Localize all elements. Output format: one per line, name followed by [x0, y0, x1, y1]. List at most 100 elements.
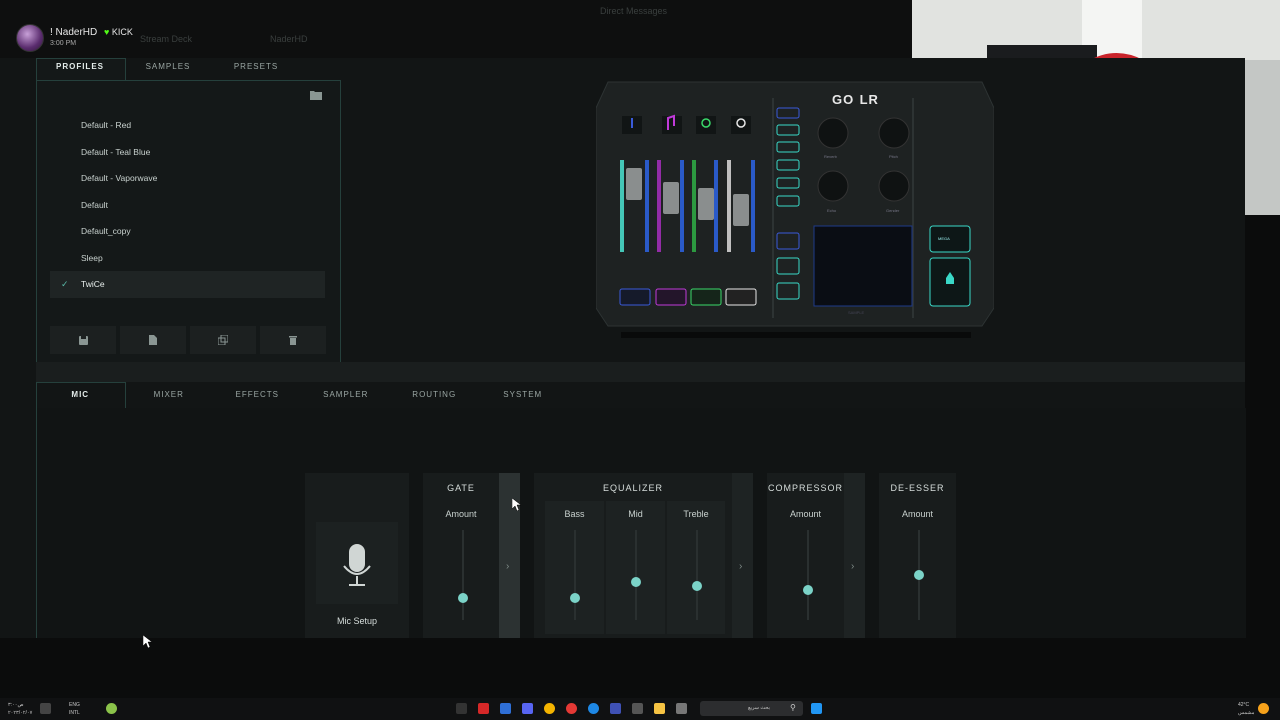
slider-knob[interactable] [692, 580, 702, 591]
copy-profile-button[interactable] [190, 326, 256, 354]
chrome-icon[interactable] [544, 703, 555, 714]
microphone-icon [343, 544, 371, 586]
search-input[interactable]: بحث سريع ⚲ [700, 701, 803, 716]
eq-bass-slider[interactable] [570, 530, 580, 620]
logo-lr: LR [859, 92, 879, 107]
knob-label: Reverb [824, 154, 837, 159]
compressor-expand-handle[interactable] [844, 473, 865, 638]
save-icon [78, 335, 88, 345]
mouse-cursor-icon [512, 498, 521, 511]
new-profile-button[interactable] [120, 326, 186, 354]
slider-knob[interactable] [458, 592, 468, 603]
deesser-title: DE-ESSER [890, 483, 945, 493]
volume-icon[interactable] [40, 703, 51, 714]
app-icon[interactable] [676, 703, 687, 714]
profile-actions [50, 326, 326, 354]
knob-label: Echo [827, 208, 837, 213]
app-icon[interactable] [610, 703, 621, 714]
ghost-right: NaderHD [270, 34, 308, 44]
discord-icon[interactable] [522, 703, 533, 714]
list-item[interactable]: Default - Red [50, 112, 325, 139]
ghost-left: Stream Deck [140, 34, 193, 44]
app-icon[interactable] [478, 703, 489, 714]
list-item[interactable]: Default - Teal Blue [50, 139, 325, 166]
eq-treble-label: Treble [683, 509, 709, 519]
tab-routing[interactable]: ROUTING [390, 382, 479, 408]
chevron-right-icon[interactable]: › [739, 561, 742, 572]
tab-samples[interactable]: SAMPLES [124, 58, 212, 80]
compressor-column [767, 473, 844, 638]
taskbar-lang-top[interactable]: ENG [69, 702, 80, 708]
deesser-amount-label: Amount [901, 509, 934, 519]
search-placeholder: بحث سريع [748, 705, 770, 711]
list-item[interactable]: Default - Vaporwave [50, 165, 325, 192]
folder-icon[interactable] [310, 90, 322, 100]
profile-name: Default - Red [81, 120, 132, 130]
list-item[interactable]: Default [50, 192, 325, 219]
app-icon[interactable] [456, 703, 467, 714]
weather-sun-icon [1258, 703, 1269, 714]
weather-temp: 42°C [1238, 702, 1250, 708]
compressor-slider[interactable] [803, 530, 813, 620]
tab-effects[interactable]: EFFECTS [213, 382, 302, 408]
list-item[interactable]: Default_copy [50, 218, 325, 245]
gate-amount-label: Amount [445, 509, 477, 519]
chevron-right-icon[interactable]: › [851, 561, 854, 572]
delete-profile-button[interactable] [260, 326, 326, 354]
tab-sampler[interactable]: SAMPLER [302, 382, 391, 408]
slider-knob[interactable] [914, 570, 924, 580]
store-icon[interactable] [632, 703, 643, 714]
check-icon: ✓ [61, 279, 69, 289]
folder-icon[interactable] [654, 703, 665, 714]
profile-tabs: PROFILES SAMPLES PRESETS [36, 58, 339, 80]
taskbar-lang-bottom[interactable]: INTL [69, 710, 80, 716]
profile-name: Default_copy [81, 226, 131, 236]
gate-slider[interactable] [458, 530, 468, 620]
knob-label: Gender [886, 208, 900, 213]
mic-setup-button[interactable] [316, 522, 398, 604]
avatar [16, 24, 44, 52]
goxlr-logo: GO·LR [832, 92, 879, 107]
mic-setup-label: Mic Setup [336, 616, 378, 626]
app-icon[interactable] [566, 703, 577, 714]
compressor-amount-label: Amount [789, 509, 822, 519]
list-item-selected[interactable]: ✓ TwiCe [50, 271, 325, 298]
tab-profiles[interactable]: PROFILES [36, 58, 124, 80]
tray-app-icon[interactable] [106, 703, 117, 714]
username-text: ! NaderHD [50, 27, 98, 38]
profile-name: Default [81, 199, 108, 210]
ghost-title: Direct Messages [600, 6, 668, 16]
chevron-right-icon[interactable]: › [506, 561, 509, 572]
stream-username: ! NaderHD ♥ KICK [50, 27, 133, 38]
stream-header [0, 0, 912, 58]
deesser-slider[interactable] [914, 530, 924, 620]
kick-badge: ♥ KICK [104, 27, 133, 37]
profile-name: TwiCe [81, 279, 105, 289]
mouse-cursor-icon [143, 635, 152, 648]
app-icon[interactable] [500, 703, 511, 714]
slider-knob[interactable] [570, 592, 580, 603]
eq-expand-handle[interactable] [732, 473, 753, 638]
equalizer-title: EQUALIZER [602, 483, 663, 493]
profile-name: Default - Teal Blue [81, 146, 151, 157]
profile-name: Default - Vaporwave [81, 173, 158, 183]
list-item[interactable]: Sleep [50, 245, 325, 272]
sample-label: SAMPLE [848, 310, 865, 315]
stream-time: 3:00 PM [50, 40, 77, 47]
tab-system[interactable]: SYSTEM [479, 382, 568, 408]
edge-icon[interactable] [588, 703, 599, 714]
windows-start-icon[interactable] [811, 703, 822, 714]
badge-text: KICK [111, 27, 133, 37]
gate-title: GATE [447, 483, 475, 493]
eq-mid-slider[interactable] [631, 530, 641, 620]
main-tabs: MIC MIXER EFFECTS SAMPLER ROUTING SYSTEM [36, 382, 1245, 409]
eq-treble-slider[interactable] [692, 530, 702, 620]
tab-presets[interactable]: PRESETS [212, 58, 300, 80]
weather-desc: مشمس [1238, 710, 1255, 716]
save-profile-button[interactable] [50, 326, 116, 354]
section-divider [36, 362, 1245, 382]
tab-mic[interactable]: MIC [36, 382, 125, 408]
copy-icon [218, 335, 228, 345]
eq-mid-label: Mid [628, 509, 643, 519]
tab-mixer[interactable]: MIXER [125, 382, 214, 408]
